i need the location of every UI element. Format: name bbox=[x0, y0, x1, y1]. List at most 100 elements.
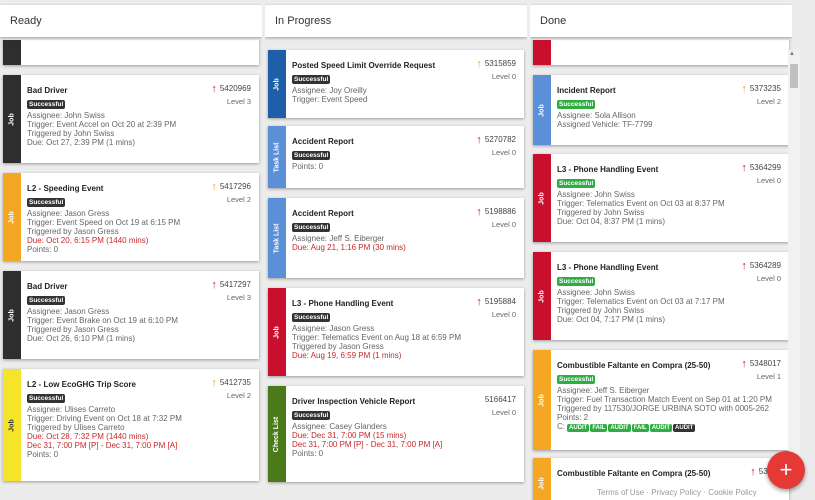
scrollbar[interactable]: ▲ bbox=[788, 50, 800, 484]
status-row: Successful bbox=[557, 99, 652, 111]
privacy-link[interactable]: Privacy Policy bbox=[651, 488, 701, 497]
card-type-strip: Task List bbox=[268, 198, 286, 278]
card-id-box: ↑ 5420969 bbox=[211, 82, 251, 95]
card-type-strip: Job bbox=[533, 458, 551, 500]
task-card[interactable]: Job Bad Driver ↑ 5420969 Level 3 Successful As… bbox=[3, 75, 259, 163]
status-row: Successful bbox=[292, 222, 406, 234]
cookie-link[interactable]: Cookie Policy bbox=[708, 488, 756, 497]
card-detail-line: Due: Aug 19, 6:59 PM (1 mins) bbox=[292, 351, 402, 360]
card-detail-line: Points: 0 bbox=[27, 245, 59, 254]
card-detail-line: Assignee: Jason Gress bbox=[292, 324, 375, 333]
card-level: Level 0 bbox=[491, 408, 516, 417]
card-title: Accident Report bbox=[292, 137, 354, 146]
card-body: Combustible Faltante en Compra (25-50) ↑5… bbox=[557, 350, 781, 450]
task-card[interactable]: Job L3 - Phone Handling Event ↑ 5364289 Leve… bbox=[533, 252, 789, 340]
card-detail-line: Assignee: John Swiss bbox=[557, 190, 635, 199]
card-title: Bad Driver bbox=[27, 86, 68, 95]
card-level: Level 2 bbox=[226, 195, 251, 204]
card-level: Level 0 bbox=[491, 72, 516, 81]
priority-arrow-icon: ↑ bbox=[741, 357, 747, 370]
result-tag: AUDIT bbox=[649, 424, 673, 432]
card-details: Successful Assignee: Jason Gress Trigger: … bbox=[27, 295, 178, 343]
task-card[interactable]: Job L3 - Phone Handling Event ↑ 5195884 Leve… bbox=[268, 288, 524, 376]
tag-prefix: C: bbox=[557, 422, 565, 431]
status-badge: Successful bbox=[292, 151, 331, 160]
card-type-label: Job bbox=[538, 393, 546, 407]
status-badge: Successful bbox=[292, 75, 331, 84]
card-title: L2 - Low EcoGHG Trip Score bbox=[27, 380, 136, 389]
card-details: Successful Assignee: Ulises Carreto Trigge… bbox=[27, 393, 182, 459]
status-row: Successful bbox=[27, 295, 178, 307]
card-detail-line: Assignee: Sola Allison bbox=[557, 111, 636, 120]
card-title: Posted Speed Limit Override Request bbox=[292, 61, 436, 70]
card-type-strip: Job bbox=[268, 50, 286, 118]
priority-arrow-icon: ↑ bbox=[211, 82, 217, 95]
status-row: Successful bbox=[557, 178, 725, 190]
card-title: Combustible Faltante en Compra (25-50) bbox=[557, 469, 711, 478]
card-list-in-progress[interactable]: Job Posted Speed Limit Override Request ↑ 5… bbox=[265, 40, 527, 500]
tag-row: C: AUDIT FAIL AUDIT FAIL AUDIT AUDIT bbox=[557, 422, 772, 432]
card-detail-line: Triggered by John Swiss bbox=[557, 208, 645, 217]
card-details: Successful Assignee: John Swiss Trigger: T… bbox=[557, 178, 725, 226]
card-details: Successful Assignee: John Swiss Trigger: T… bbox=[557, 276, 725, 324]
card-detail-line: Trigger: Telematics Event on Oct 03 at 8… bbox=[557, 199, 725, 208]
status-row: Successful bbox=[292, 410, 442, 422]
column-header-done: Done bbox=[530, 5, 792, 37]
scroll-up-icon[interactable]: ▲ bbox=[789, 51, 795, 57]
card-detail-line: Assignee: Jeff S. Eiberger bbox=[292, 234, 385, 243]
task-card[interactable]: Task List Accident Report ↑ 5270782 Level 0 S… bbox=[268, 126, 524, 188]
result-tag: AUDIT bbox=[567, 424, 590, 432]
card-level: Level 3 bbox=[226, 293, 251, 302]
column-in-progress: In Progress Job Posted Speed Limit Overri… bbox=[265, 0, 527, 500]
card-body: Incident Report ↑ 5373235 Level 2 Successful… bbox=[557, 75, 781, 145]
card-detail-line: Triggered by Ulises Carreto bbox=[27, 423, 125, 432]
card-type-strip: Job bbox=[3, 75, 21, 163]
card-level: Level 2 bbox=[226, 391, 251, 400]
card-detail-line: Points: 0 bbox=[292, 162, 324, 171]
card-level: Level 0 bbox=[491, 148, 516, 157]
card-title: Driver Inspection Vehicle Report bbox=[292, 397, 416, 406]
card-level: Level 3 bbox=[226, 97, 251, 106]
card-detail-line: Dec 31, 7:00 PM [P] - Dec 31, 7:00 PM [A… bbox=[292, 440, 443, 449]
card-type-label: Check List bbox=[273, 416, 281, 452]
task-card[interactable]: Job L3 - Phone Handling Event ↑ 5364299 Leve… bbox=[533, 154, 789, 242]
scroll-thumb[interactable] bbox=[790, 64, 798, 88]
card-body: L2 - Speeding Event ↑ 5417296 Level 2 Succes… bbox=[27, 173, 251, 261]
task-card[interactable]: Job L2 - Low EcoGHG Trip Score ↑ 5412735 Lev… bbox=[3, 369, 259, 481]
task-card[interactable]: Task List Accident Report ↑ 5198886 Level 0 S… bbox=[268, 198, 524, 278]
card-list-ready[interactable]: Triggered by Jason GressDue: Oct 27, 5:0… bbox=[0, 40, 262, 500]
card-type-strip: Job bbox=[3, 271, 21, 359]
card-title: L3 - Phone Handling Event bbox=[292, 299, 394, 308]
task-card[interactable]: Job Incident Report ↑ 5373235 Level 2 Success… bbox=[533, 75, 789, 145]
card-type-label: Job bbox=[8, 112, 16, 126]
card-id: 5166417 bbox=[484, 395, 516, 404]
card-body: Bad Driver ↑ 5420969 Level 3 Successful Assig… bbox=[27, 75, 251, 163]
card-detail-line: Due: Oct 04, 7:17 PM (1 mins) bbox=[557, 315, 666, 324]
card-detail-line: Trigger: Event Speed on Oct 19 at 6:15 P… bbox=[27, 218, 181, 227]
card-detail-line: Assignee: John Swiss bbox=[557, 288, 635, 297]
task-card[interactable]: Job Bad Driver ↑ 5417297 Level 3 Successful As… bbox=[3, 271, 259, 359]
card-detail-line: Assignee: Joy Oreilly bbox=[292, 86, 367, 95]
add-button[interactable]: + bbox=[767, 451, 805, 489]
status-badge: Successful bbox=[292, 313, 331, 322]
card-detail-line: Due: Dec 31, 7:00 PM (15 mins) bbox=[292, 431, 407, 440]
priority-arrow-icon: ↑ bbox=[476, 57, 482, 70]
task-card[interactable]: Triggered by Jason GressDue: Oct 27, 5:0… bbox=[3, 40, 259, 65]
card-id: 5364299 bbox=[749, 163, 781, 172]
task-card[interactable]: Triggered by John SwissDue: Oct 18, 8:56… bbox=[533, 40, 789, 65]
card-body: L3 - Phone Handling Event ↑ 5364289 Level 0… bbox=[557, 252, 781, 340]
card-title: Accident Report bbox=[292, 209, 354, 218]
task-card[interactable]: Job L2 - Speeding Event ↑ 5417296 Level 2 Suc… bbox=[3, 173, 259, 261]
status-badge: Successful bbox=[292, 411, 331, 420]
card-id-box: 5166417 bbox=[485, 395, 516, 404]
card-body: Bad Driver ↑ 5417297 Level 3 Successful Assig… bbox=[27, 271, 251, 359]
task-card[interactable]: Job Combustible Faltante en Compra (25-50… bbox=[533, 350, 789, 450]
task-card[interactable]: Job Posted Speed Limit Override Request ↑ 5… bbox=[268, 50, 524, 118]
card-type-strip: Job bbox=[533, 75, 551, 145]
card-list-done[interactable]: Triggered by John SwissDue: Oct 18, 8:56… bbox=[530, 40, 792, 500]
card-type-label: Job bbox=[273, 77, 281, 91]
task-card[interactable]: Check List Driver Inspection Vehicle Repo… bbox=[268, 386, 524, 482]
priority-arrow-icon: ↑ bbox=[211, 180, 217, 193]
terms-link[interactable]: Terms of Use bbox=[597, 488, 644, 497]
card-id-box: ↑ 5364289 bbox=[741, 260, 781, 271]
